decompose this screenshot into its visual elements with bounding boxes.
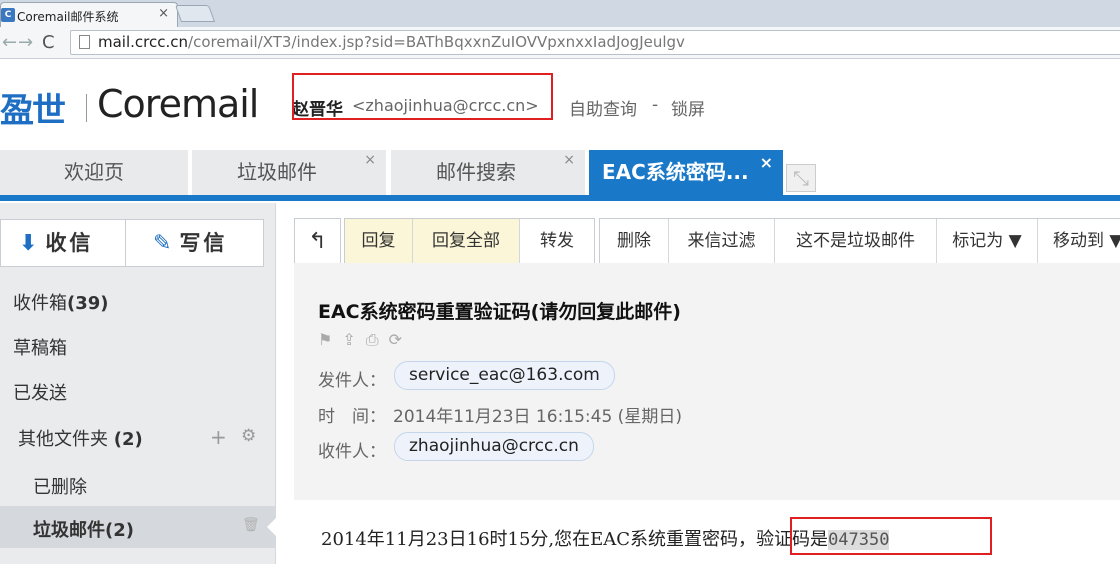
self-query-link[interactable]: 自助查询 <box>569 95 637 120</box>
reload-icon[interactable]: C <box>42 32 55 53</box>
add-folder-icon[interactable]: + <box>210 425 227 449</box>
logo-divider <box>86 94 87 122</box>
lock-screen-link[interactable]: 锁屏 <box>671 95 705 120</box>
tab-label: 欢迎页 <box>64 160 124 184</box>
logo-coremail: Coremail <box>97 82 259 126</box>
folder-junk[interactable]: 垃圾邮件(2) <box>33 516 134 542</box>
mark-as-dropdown[interactable]: 标记为 ▼ <box>937 219 1038 264</box>
folder-junk-label: 垃圾邮件 <box>33 520 105 541</box>
tab-close-icon[interactable]: × <box>364 138 376 183</box>
flag-icon[interactable]: ⚑ <box>318 330 342 349</box>
module-tabs: 欢迎页 垃圾邮件 × 邮件搜索 × EAC系统密码... × ⤡ <box>0 148 1120 203</box>
receive-label: 收信 <box>45 231 94 255</box>
edit-icon: ✎ <box>153 231 172 256</box>
tab-label: 垃圾邮件 <box>237 160 317 184</box>
folder-other-count: (2) <box>113 429 143 450</box>
tab-junk-mail[interactable]: 垃圾邮件 × <box>192 150 386 195</box>
folder-deleted[interactable]: 已删除 <box>33 473 87 499</box>
url-path: /coremail/XT3/index.jsp?sid=BAThBqxxnZuI… <box>188 33 685 51</box>
mail-time: 2014年11月23日 16:15:45 (星期日) <box>393 407 682 427</box>
browser-toolbar: ← → C mail.crcc.cn/coremail/XT3/index.js… <box>0 27 1120 59</box>
receive-button[interactable]: ⬇ 收信 <box>19 220 93 266</box>
main-content: ↰ 回复 回复全部 转发 删除 来信过滤 这不是垃圾邮件 标记为 ▼ 移动到 ▼… <box>277 203 1120 564</box>
filter-button[interactable]: 来信过滤 <box>669 219 775 264</box>
reply-button[interactable]: 回复 <box>345 219 413 264</box>
refresh-icon[interactable]: ⟳ <box>389 330 412 349</box>
folder-inbox[interactable]: 收件箱(39) <box>13 289 109 315</box>
tab-underline <box>0 195 1120 201</box>
manage-toolbar: 删除 来信过滤 这不是垃圾邮件 标记为 ▼ 移动到 ▼ <box>599 218 1120 265</box>
folder-inbox-label: 收件箱 <box>13 293 67 314</box>
mail-header-panel: EAC系统密码重置验证码(请勿回复此邮件) ⚑⇪⎙⟳ 发件人： service_… <box>294 263 1120 500</box>
folder-settings-gear-icon[interactable]: ⚙ <box>241 426 256 446</box>
tab-eac-password[interactable]: EAC系统密码... × <box>589 150 783 195</box>
download-icon: ⬇ <box>19 231 38 256</box>
tab-close-icon[interactable]: × <box>563 138 575 183</box>
user-highlight-box <box>292 73 553 120</box>
mail-subject: EAC系统密码重置验证码(请勿回复此邮件) <box>318 301 681 323</box>
from-label: 发件人： <box>318 371 386 391</box>
folder-drafts[interactable]: 草稿箱 <box>13 334 67 360</box>
folder-deleted-label: 已删除 <box>33 477 87 498</box>
time-label: 时 间： <box>318 407 386 427</box>
folder-other[interactable]: 其他文件夹 (2) <box>18 425 143 451</box>
code-highlight-box <box>790 517 992 555</box>
close-all-tabs-icon[interactable]: ⤡ <box>786 164 816 192</box>
compose-divider <box>125 220 126 266</box>
tab-close-icon[interactable]: × <box>760 140 773 185</box>
mail-tool-icons: ⚑⇪⎙⟳ <box>318 330 412 350</box>
browser-tab-strip: C Coremail邮件系统 × <box>0 0 1120 27</box>
coremail-favicon-icon: C <box>1 8 15 22</box>
sidebar: ⬇ 收信 ✎ 写信 收件箱(39) 草稿箱 已发送 其他文件夹 (2) + ⚙ 已删… <box>0 203 277 564</box>
move-to-dropdown[interactable]: 移动到 ▼ <box>1038 219 1120 264</box>
tab-label: EAC系统密码... <box>602 160 749 184</box>
new-tab-button[interactable] <box>174 5 216 22</box>
folder-junk-count: (2) <box>105 520 134 541</box>
empty-trash-icon[interactable]: 🗑 <box>242 517 260 533</box>
folder-sent[interactable]: 已发送 <box>13 379 67 405</box>
write-button[interactable]: ✎ 写信 <box>153 220 227 266</box>
browser-tab-title: Coremail邮件系统 <box>17 10 119 24</box>
sender-pill[interactable]: service_eac@163.com <box>394 361 615 390</box>
folder-drafts-label: 草稿箱 <box>13 338 67 359</box>
page-icon <box>79 35 90 49</box>
header-separator: - <box>652 95 659 115</box>
reply-all-button[interactable]: 回复全部 <box>413 219 520 264</box>
folder-other-label: 其他文件夹 <box>18 429 108 450</box>
tab-label: 邮件搜索 <box>436 160 516 184</box>
back-arrow-icon[interactable]: ← <box>2 32 17 53</box>
delete-button[interactable]: 删除 <box>600 219 669 264</box>
browser-tab[interactable]: C Coremail邮件系统 × <box>0 2 178 27</box>
url-host: mail.crcc.cn <box>98 33 189 51</box>
logo-chinese: 盈世 <box>0 91 66 131</box>
back-to-list-icon[interactable]: ↰ <box>295 219 340 264</box>
to-label: 收件人： <box>318 442 386 462</box>
share-icon[interactable]: ⇪ <box>342 330 365 349</box>
forward-button[interactable]: 转发 <box>520 219 594 264</box>
back-toolbar: ↰ <box>294 218 341 265</box>
print-icon[interactable]: ⎙ <box>366 330 389 349</box>
reply-toolbar: 回复 回复全部 转发 <box>344 218 595 265</box>
recipient-pill[interactable]: zhaojinhua@crcc.cn <box>394 432 594 461</box>
app-header: 盈世 Coremail 赵晋华 <zhaojinhua@crcc.cn> 自助查… <box>0 60 1120 148</box>
tab-welcome[interactable]: 欢迎页 <box>0 150 188 195</box>
forward-arrow-icon[interactable]: → <box>18 32 33 53</box>
mail-body-text: 2014年11月23日16时15分,您在EAC系统重置密码， <box>321 529 757 550</box>
compose-bar: ⬇ 收信 ✎ 写信 <box>0 219 264 267</box>
not-spam-button[interactable]: 这不是垃圾邮件 <box>775 219 937 264</box>
write-label: 写信 <box>179 231 228 255</box>
browser-tab-close-icon[interactable]: × <box>158 6 169 21</box>
folder-inbox-count: (39) <box>67 293 109 314</box>
tab-mail-search[interactable]: 邮件搜索 × <box>391 150 585 195</box>
folder-sent-label: 已发送 <box>13 383 67 404</box>
address-bar[interactable]: mail.crcc.cn/coremail/XT3/index.jsp?sid=… <box>70 30 1120 55</box>
